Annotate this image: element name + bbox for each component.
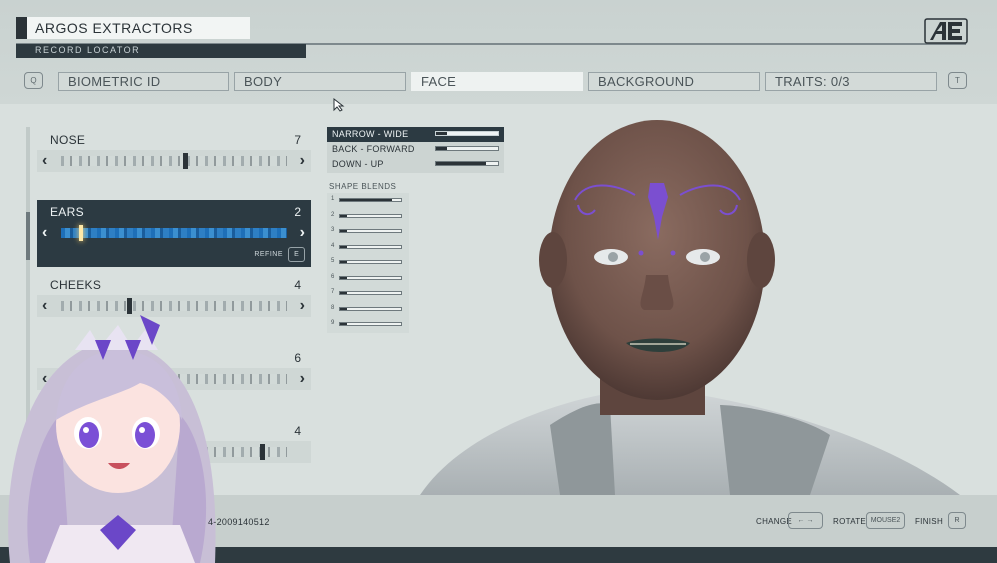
shape-blend-fill <box>340 307 348 310</box>
feature-slider[interactable]: ‹ › <box>37 150 311 172</box>
tab-biometric-id[interactable]: BIOMETRIC ID <box>58 72 229 91</box>
shape-blends-panel: 1 2 3 4 5 6 7 8 9 <box>327 193 409 333</box>
feature-value: 4 <box>294 424 301 438</box>
shape-blend-row[interactable]: 9 <box>327 317 409 332</box>
tab-traits[interactable]: TRAITS: 0/3 <box>765 72 937 91</box>
record-locator-label: RECORD LOCATOR <box>16 44 306 58</box>
feature-name: CHEEKS <box>50 278 102 292</box>
slider-track[interactable] <box>61 156 287 166</box>
tab-face[interactable]: FACE <box>411 72 583 91</box>
shape-blend-fill <box>340 245 348 248</box>
shape-blend-slider[interactable] <box>339 198 402 202</box>
shape-blend-row[interactable]: 3 <box>327 224 409 239</box>
slider-track[interactable] <box>61 228 287 238</box>
feature-nose[interactable]: NOSE 7 ‹ › <box>37 128 311 174</box>
shape-blend-number: 2 <box>331 211 335 218</box>
shape-blend-number: 1 <box>331 196 335 202</box>
chevron-left-icon[interactable]: ‹ <box>42 152 47 170</box>
chevron-right-icon[interactable]: › <box>300 370 305 388</box>
shape-blend-slider[interactable] <box>339 244 402 249</box>
feature-ears[interactable]: EARS 2 ‹ › REFINE E <box>37 200 311 267</box>
shape-blend-slider[interactable] <box>339 260 402 264</box>
feature-value: 7 <box>294 133 301 147</box>
shape-blend-fill <box>340 276 348 279</box>
shape-blend-slider[interactable] <box>339 306 402 311</box>
shape-blend-slider[interactable] <box>339 213 402 218</box>
shape-blend-fill <box>340 199 392 201</box>
finish-label: FINISH <box>915 517 944 526</box>
shape-blend-row[interactable]: 4 <box>327 240 409 255</box>
vtuber-avatar-overlay <box>8 315 216 563</box>
change-key[interactable]: ← → <box>788 512 823 529</box>
ae-logo-icon <box>924 18 968 44</box>
next-tab-key[interactable]: T <box>948 72 967 89</box>
shape-blend-number: 7 <box>331 289 335 295</box>
shape-blend-fill <box>340 261 348 263</box>
rotate-key[interactable]: MOUSE2 <box>866 512 905 529</box>
prev-tab-key[interactable]: Q <box>24 72 43 89</box>
shape-blend-slider[interactable] <box>339 291 402 295</box>
feature-value: 6 <box>294 351 301 365</box>
shape-blend-slider[interactable] <box>339 229 402 233</box>
shape-blend-number: 3 <box>331 227 335 233</box>
title-accent <box>16 17 27 39</box>
chevron-right-icon[interactable]: › <box>300 224 305 242</box>
feature-scroll-thumb[interactable] <box>26 212 30 260</box>
slider-knob[interactable] <box>182 153 188 169</box>
shape-blend-number: 8 <box>331 304 335 311</box>
change-label: CHANGE <box>756 517 793 526</box>
finish-key[interactable]: R <box>948 512 966 529</box>
param-label: NARROW - WIDE <box>332 129 409 139</box>
shape-blend-slider[interactable] <box>339 322 402 326</box>
chevron-right-icon[interactable]: › <box>300 152 305 170</box>
shape-blend-number: 9 <box>331 320 335 326</box>
chevron-left-icon[interactable]: ‹ <box>42 297 47 315</box>
shape-blend-slider[interactable] <box>339 275 402 280</box>
param-label: DOWN - UP <box>332 159 384 169</box>
shape-blend-number: 5 <box>331 258 335 264</box>
page-title: ARGOS EXTRACTORS <box>35 20 193 36</box>
feature-slider[interactable]: ‹ › <box>37 295 311 317</box>
chevron-right-icon[interactable]: › <box>300 297 305 315</box>
shape-blend-row[interactable]: 5 <box>327 255 409 270</box>
tab-body[interactable]: BODY <box>234 72 406 91</box>
shape-blend-number: 6 <box>331 273 335 280</box>
chevron-left-icon[interactable]: ‹ <box>42 224 47 242</box>
feature-slider[interactable]: ‹ › <box>37 222 311 244</box>
shape-blend-row[interactable]: 8 <box>327 302 409 317</box>
refine-key[interactable]: E <box>288 247 305 262</box>
feature-name: NOSE <box>50 133 86 147</box>
locator-id: 4-2009140512 <box>208 517 270 527</box>
mouse-cursor-icon <box>333 98 345 112</box>
feature-cheeks[interactable]: CHEEKS 4 ‹ › <box>37 273 311 319</box>
shape-blend-fill <box>340 323 348 325</box>
shape-blend-row[interactable]: 7 <box>327 286 409 301</box>
refine-label: REFINE <box>254 251 283 258</box>
feature-name: EARS <box>50 205 84 219</box>
shape-blend-fill <box>340 230 348 232</box>
shape-blend-row[interactable]: 2 <box>327 209 409 224</box>
feature-value: 2 <box>294 205 301 219</box>
shape-blend-fill <box>340 214 348 217</box>
slider-knob[interactable] <box>127 298 133 314</box>
shape-blend-row[interactable]: 6 <box>327 271 409 286</box>
character-portrait <box>420 120 960 495</box>
slider-knob[interactable] <box>78 225 83 241</box>
shape-blend-number: 4 <box>331 242 335 249</box>
rotate-label: ROTATE <box>833 517 867 526</box>
feature-value: 4 <box>294 278 301 292</box>
slider-track[interactable] <box>61 301 287 311</box>
shape-blend-fill <box>340 292 348 294</box>
tab-background[interactable]: BACKGROUND <box>588 72 760 91</box>
shape-blend-row[interactable]: 1 <box>327 193 409 208</box>
shape-blends-label: SHAPE BLENDS <box>329 182 397 191</box>
slider-knob[interactable] <box>259 444 265 460</box>
